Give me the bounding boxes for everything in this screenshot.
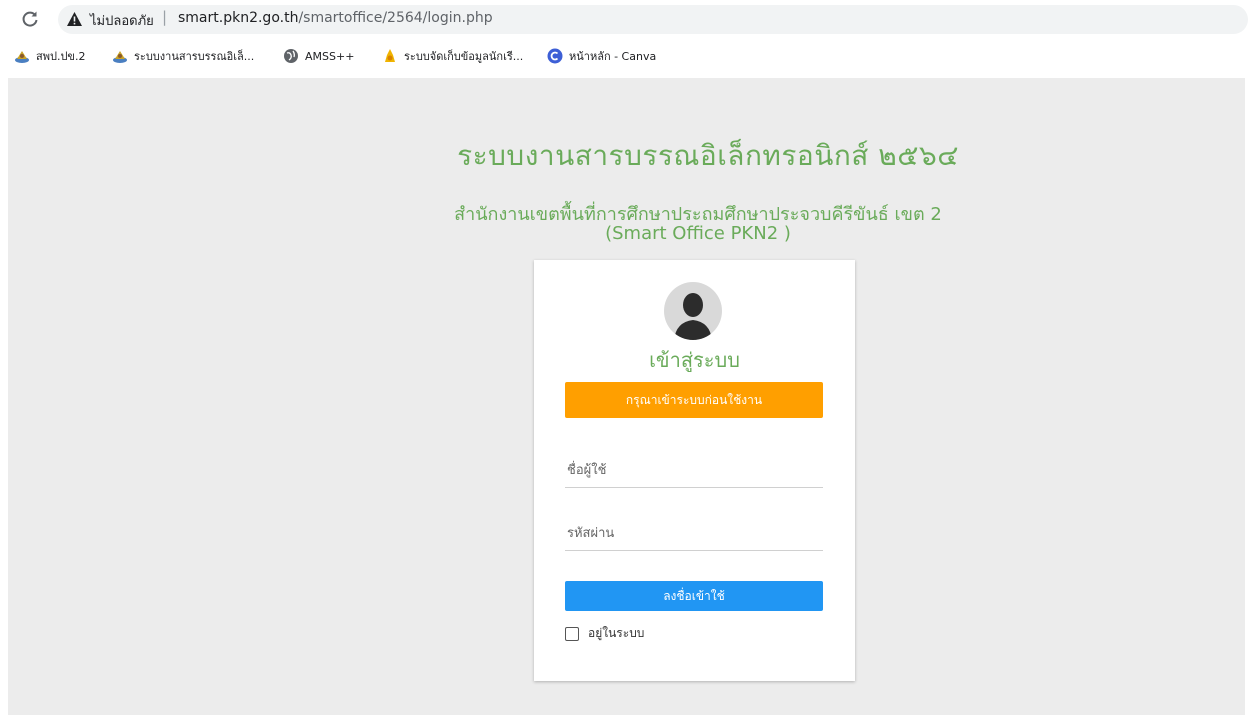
password-input[interactable] — [565, 517, 823, 551]
page-title: ระบบงานสารบรรณอิเล็กทรอนิกส์ ๒๕๖๔ — [457, 139, 959, 172]
address-bar-row: ไม่ปลอดภัย | smart.pkn2.go.th/smartoffic… — [0, 0, 1253, 38]
bookmark-label: AMSS++ — [305, 49, 355, 63]
username-input[interactable] — [565, 454, 823, 488]
page-content: ระบบงานสารบรรณอิเล็กทรอนิกส์ ๒๕๖๔ สำนักง… — [8, 78, 1245, 715]
school-logo-icon — [15, 51, 29, 63]
bookmark-label: ระบบงานสารบรรณอิเล็... — [134, 50, 255, 63]
omnibox[interactable]: ไม่ปลอดภัย | smart.pkn2.go.th/smartoffic… — [58, 5, 1248, 34]
canva-icon — [547, 48, 563, 64]
warning-icon[interactable] — [66, 11, 83, 27]
url-host: smart.pkn2.go.th — [178, 10, 299, 26]
bookmark-item[interactable]: AMSS++ — [283, 48, 354, 64]
bookmark-label: ระบบจัดเก็บข้อมูลนักเรี... — [404, 50, 524, 63]
login-button[interactable]: ลงชื่อเข้าใช้ — [565, 581, 823, 611]
login-heading: เข้าสู่ระบบ — [649, 348, 740, 372]
security-status-label[interactable]: ไม่ปลอดภัย — [90, 10, 154, 31]
url-separator: | — [162, 8, 168, 26]
login-notice-banner: กรุณาเข้าระบบก่อนใช้งาน — [565, 382, 823, 418]
bookmark-label: หน้าหลัก - Canva — [569, 50, 657, 63]
bookmark-item[interactable]: หน้าหลัก - Canva — [547, 48, 656, 64]
school-logo-icon — [113, 51, 127, 63]
yellow-seal-icon — [385, 49, 395, 62]
system-name: (Smart Office PKN2 ) — [605, 223, 791, 244]
remember-me[interactable]: อยู่ในระบบ — [565, 624, 644, 643]
globe-icon — [284, 49, 298, 63]
url-path: /smartoffice/2564/login.php — [298, 10, 493, 26]
user-avatar-icon — [664, 282, 722, 340]
reload-icon[interactable] — [20, 9, 40, 29]
url-text[interactable]: smart.pkn2.go.th/smartoffice/2564/login.… — [178, 10, 493, 26]
remember-label[interactable]: อยู่ในระบบ — [588, 624, 644, 643]
bookmark-item[interactable]: ระบบงานสารบรรณอิเล็... — [112, 48, 254, 64]
remember-checkbox[interactable] — [565, 626, 579, 641]
bookmark-label: สพป.ปข.2 — [36, 50, 86, 63]
login-card: เข้าสู่ระบบ กรุณาเข้าระบบก่อนใช้งาน ลงชื… — [534, 260, 855, 681]
bookmarks-bar: สพป.ปข.2 ระบบงานสารบรรณอิเล็... AMSS++ ร… — [0, 40, 1253, 70]
bookmark-item[interactable]: สพป.ปข.2 — [14, 48, 85, 64]
bookmark-item[interactable]: ระบบจัดเก็บข้อมูลนักเรี... — [382, 48, 523, 64]
